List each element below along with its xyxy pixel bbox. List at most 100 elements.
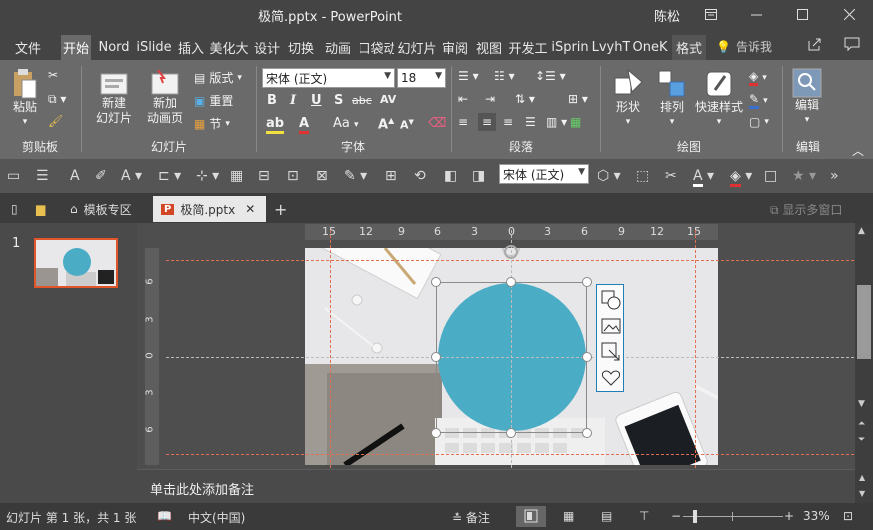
resize-handle-e[interactable]	[582, 352, 592, 362]
bullets-button[interactable]: ☰ ▾	[458, 69, 479, 83]
shape-layout-icon[interactable]	[601, 290, 621, 310]
align-center-button[interactable]: ≡	[478, 113, 497, 131]
fill-color-icon[interactable]: ◈ ▾	[730, 168, 752, 187]
replace-icon[interactable]: ⊞	[385, 168, 397, 184]
tab-format[interactable]: 格式	[672, 35, 706, 60]
scroll-up-icon[interactable]: ▲	[859, 473, 865, 482]
heart-icon[interactable]	[601, 368, 621, 388]
collapse-ribbon-button[interactable]: ︿	[852, 142, 864, 159]
resize-layout-icon[interactable]	[601, 342, 621, 362]
shrink-font-button[interactable]: A▼	[400, 118, 414, 132]
close-tab-icon[interactable]: ✕	[245, 202, 255, 216]
picture-icon[interactable]	[601, 316, 621, 336]
new-anim-page-button[interactable]: 新加 动画页	[140, 68, 190, 126]
scroll-up-icon[interactable]: ▲	[858, 226, 865, 236]
justify-button[interactable]: ☰	[525, 115, 536, 129]
text-direction-button[interactable]: ⇅ ▾	[515, 92, 535, 106]
font-color-button[interactable]: A	[299, 116, 310, 134]
new-doc-icon[interactable]: ▯	[3, 196, 26, 222]
star-icon[interactable]: ★ ▾	[792, 168, 816, 184]
scroll-thumb[interactable]	[857, 285, 871, 359]
zoom-slider-thumb[interactable]	[693, 510, 697, 523]
new-tab-icon[interactable]: +	[266, 196, 295, 222]
rotate-handle-icon[interactable]	[504, 245, 518, 259]
slideshow-icon[interactable]: ⊤	[639, 509, 649, 523]
decrease-indent-button[interactable]: ⇤	[458, 92, 468, 106]
strikethrough-button[interactable]: abc	[352, 94, 372, 107]
resize-handle-s[interactable]	[506, 428, 516, 438]
tab-template-zone[interactable]: ⌂ 模板专区	[62, 196, 140, 222]
rotate-icon[interactable]: ⟲	[414, 168, 426, 184]
resize-handle-sw[interactable]	[431, 428, 441, 438]
zoom-in-icon[interactable]: +	[784, 509, 794, 523]
font-name-combo[interactable]: 宋体 (正文) ▼	[262, 68, 395, 88]
outline-square-icon[interactable]: □	[764, 168, 777, 184]
tab-islide[interactable]: iSlide	[136, 35, 172, 60]
shadow-button[interactable]: S	[334, 93, 343, 108]
tab-transitions[interactable]: 切换	[286, 35, 316, 60]
editing-button[interactable]: 编辑 ▾	[788, 68, 826, 128]
shapes-button[interactable]: 形状 ▾	[608, 68, 648, 130]
fit-to-window-icon[interactable]: ⊡	[843, 509, 853, 523]
tab-review[interactable]: 审阅	[440, 35, 470, 60]
comments-icon[interactable]	[844, 36, 860, 56]
send-backward-icon[interactable]: ◨	[472, 168, 485, 184]
align-left-button[interactable]: ≡	[458, 115, 468, 129]
tab-file[interactable]: 文件	[8, 35, 48, 60]
normal-view-button[interactable]	[516, 506, 546, 527]
resize-handle-w[interactable]	[431, 352, 441, 362]
scroll-down-icon[interactable]: ▼	[858, 399, 865, 409]
char-spacing-button[interactable]: AV	[380, 93, 396, 106]
prev-slide-icon[interactable]: ⏶	[858, 419, 865, 429]
cut-button[interactable]: ✂	[48, 68, 58, 82]
resize-handle-n[interactable]	[506, 277, 516, 287]
folder-icon[interactable]: ▆	[28, 196, 53, 222]
close-icon[interactable]	[834, 2, 864, 26]
distribute-icon[interactable]: ⊹ ▾	[196, 168, 219, 184]
grow-font-button[interactable]: A▲	[378, 116, 394, 132]
ribbon-display-icon[interactable]	[696, 2, 726, 26]
slide-sorter-icon[interactable]: ▦	[563, 509, 574, 523]
section-button[interactable]: ▦ 节 ▾	[194, 115, 230, 132]
quick-font-combo[interactable]: 宋体 (正文) ▼	[499, 164, 589, 184]
shape-outline-button[interactable]: ✎ ▾	[749, 92, 768, 109]
tell-me-box[interactable]: 💡 告诉我	[716, 38, 772, 55]
line-spacing-button[interactable]: ↕☰ ▾	[535, 69, 566, 83]
horizontal-guide[interactable]	[166, 260, 854, 261]
clear-format-button[interactable]: ⌫	[428, 116, 446, 131]
show-multi-window[interactable]: ⧉ 显示多窗口	[770, 201, 842, 218]
edit-shape-icon[interactable]: ✎ ▾	[344, 168, 367, 184]
selection-box-icon[interactable]: ⬚	[636, 168, 649, 184]
shape-effects-button[interactable]: ▢ ▾	[749, 115, 769, 129]
shape-fill-button[interactable]: ◈ ▾	[749, 69, 767, 86]
tab-ispring[interactable]: iSprin	[550, 35, 590, 60]
notes-scrollbar[interactable]: ▲ ▼	[855, 469, 873, 503]
tab-animations[interactable]: 动画	[320, 35, 356, 60]
reading-view-icon[interactable]: ▤	[601, 509, 612, 523]
align-right-button[interactable]: ≡	[503, 115, 513, 129]
tab-pocket-anim[interactable]: 口袋动	[360, 35, 394, 60]
language-indicator[interactable]: 中文(中国)	[188, 509, 245, 526]
reset-button[interactable]: ▣ 重置	[194, 92, 233, 109]
tab-nord[interactable]: Nord	[96, 35, 132, 60]
smartart-button[interactable]: ▦	[570, 115, 581, 129]
zoom-level[interactable]: 33%	[803, 509, 830, 523]
vertical-guide[interactable]	[695, 230, 696, 468]
user-name[interactable]: 陈松	[654, 6, 680, 25]
notes-pane[interactable]: 单击此处添加备注	[137, 469, 855, 503]
font-a-icon[interactable]: A ▾	[121, 168, 142, 184]
columns-button[interactable]: ▥ ▾	[546, 115, 567, 129]
italic-button[interactable]: I	[290, 93, 296, 108]
align-text-button[interactable]: ⊞ ▾	[568, 92, 588, 106]
notes-toggle-button[interactable]: ≛ 备注	[452, 509, 490, 526]
tab-design[interactable]: 设计	[252, 35, 282, 60]
tab-insert[interactable]: 插入	[176, 35, 206, 60]
next-slide-icon[interactable]: ⏷	[858, 435, 865, 445]
font-size-combo[interactable]: 18 ▼	[397, 68, 446, 88]
resize-handle-ne[interactable]	[582, 277, 592, 287]
group-objects-icon[interactable]: ⊟	[258, 168, 270, 184]
ungroup-icon[interactable]: ⊡	[287, 168, 299, 184]
numbering-button[interactable]: ☷ ▾	[494, 69, 515, 83]
tab-view[interactable]: 视图	[474, 35, 504, 60]
tab-onek[interactable]: OneK	[632, 35, 668, 60]
